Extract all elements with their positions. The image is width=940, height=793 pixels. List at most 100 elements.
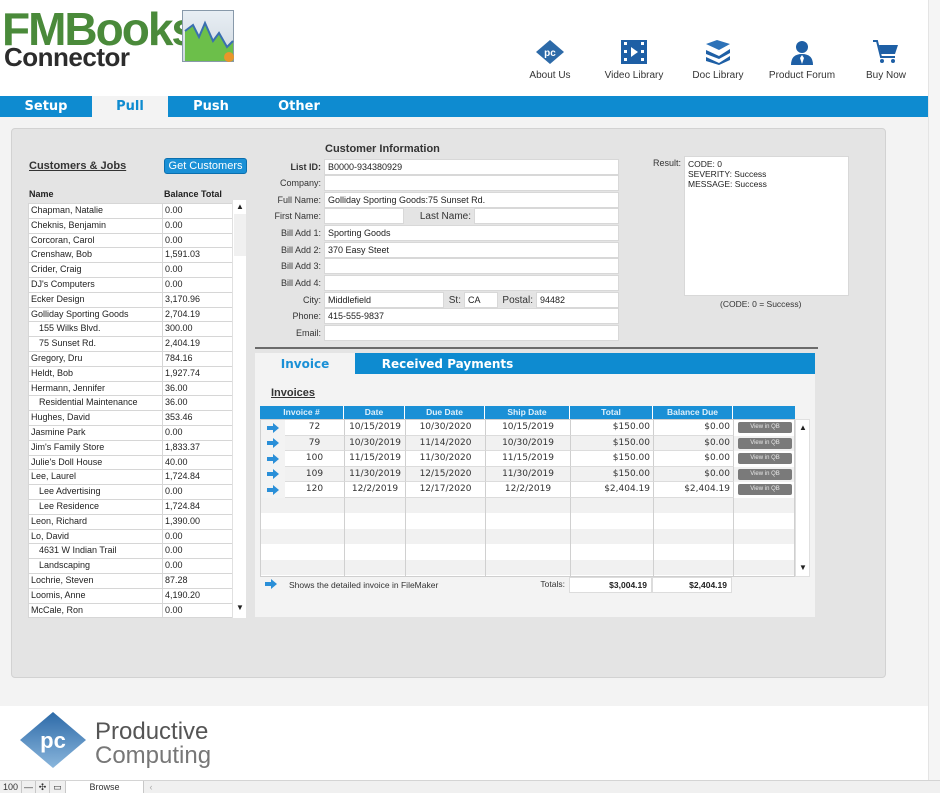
customer-name[interactable]: Residential Maintenance (28, 396, 163, 412)
customer-name[interactable]: Crenshaw, Bob (28, 248, 163, 264)
view-in-qb-button[interactable]: View in QB (738, 422, 792, 433)
customer-name[interactable]: McCale, Ron (28, 603, 163, 619)
customer-row[interactable]: Cheknis, Benjamin 0.00 (28, 218, 246, 234)
open-invoice-arrow-icon[interactable] (261, 482, 285, 498)
customer-row[interactable]: 155 Wilks Blvd. 300.00 (28, 322, 246, 338)
invoice-row[interactable]: 79 10/30/2019 11/14/2020 10/30/2019 $150.00 $… (261, 435, 796, 451)
customer-name[interactable]: Jasmine Park (28, 425, 163, 441)
customer-row[interactable]: Lee, Laurel 1,724.84 (28, 470, 246, 486)
nav-product-forum[interactable]: Product Forum (760, 38, 844, 96)
phone-field[interactable]: 415-555-9837 (324, 308, 619, 324)
customer-name[interactable]: Jim's Family Store (28, 440, 163, 456)
tab-push[interactable]: Push (168, 96, 254, 117)
customer-name[interactable]: Lee Advertising (28, 485, 163, 500)
nav-doc-library[interactable]: Doc Library (676, 38, 760, 96)
get-customers-button[interactable]: Get Customers (164, 158, 247, 174)
invoice-scroll-up-arrow-icon[interactable]: ▲ (797, 423, 809, 432)
scroll-down-arrow-icon[interactable]: ▼ (234, 603, 246, 612)
customer-name[interactable]: Heldt, Bob (28, 366, 163, 382)
customer-row[interactable]: Julie's Doll House 40.00 (28, 455, 246, 471)
customer-name[interactable]: Chapman, Natalie (28, 204, 163, 219)
invoice-grid-scrollbar[interactable]: ▲ ▼ (795, 419, 810, 577)
open-invoice-arrow-icon[interactable] (261, 466, 285, 482)
customer-row[interactable]: 75 Sunset Rd. 2,404.19 (28, 337, 246, 352)
customer-row[interactable]: Hughes, David 353.46 (28, 411, 246, 426)
customer-row[interactable]: Lee Advertising 0.00 (28, 485, 246, 500)
customer-name[interactable]: 75 Sunset Rd. (28, 337, 163, 352)
customer-row[interactable]: Landscaping 0.00 (28, 559, 246, 574)
customer-name[interactable]: Hughes, David (28, 411, 163, 426)
nav-buy-now[interactable]: Buy Now (844, 38, 928, 96)
open-invoice-arrow-icon[interactable] (261, 451, 285, 467)
invoice-row[interactable]: 100 11/15/2019 11/30/2020 11/15/2019 $150.00… (261, 451, 796, 467)
customer-name[interactable]: Lochrie, Steven (28, 573, 163, 589)
customer-row[interactable]: 4631 W Indian Trail 0.00 (28, 544, 246, 560)
open-invoice-arrow-icon[interactable] (261, 435, 285, 451)
bill-add-2-field[interactable]: 370 Easy Steet (324, 242, 619, 258)
customer-row[interactable]: Crenshaw, Bob 1,591.03 (28, 248, 246, 264)
view-in-qb-button[interactable]: View in QB (738, 453, 792, 464)
customer-name[interactable]: Landscaping (28, 559, 163, 574)
customer-row[interactable]: Lo, David 0.00 (28, 529, 246, 545)
scroll-up-arrow-icon[interactable]: ▲ (234, 202, 246, 211)
tab-received-payments[interactable]: Received Payments (355, 353, 540, 374)
view-in-qb-button[interactable]: View in QB (738, 468, 792, 480)
scroll-left-icon[interactable]: ‹ (144, 781, 158, 793)
customer-name[interactable]: Corcoran, Carol (28, 233, 163, 249)
customer-name[interactable]: Lo, David (28, 529, 163, 545)
nav-video-library[interactable]: Video Library (592, 38, 676, 96)
zoom-out-icon[interactable]: — (22, 781, 36, 793)
invoice-row[interactable]: 109 11/30/2019 12/15/2020 11/30/2019 $150.00… (261, 466, 796, 482)
bill-add-3-field[interactable] (324, 258, 619, 274)
customer-name[interactable]: 155 Wilks Blvd. (28, 322, 163, 338)
customer-name[interactable]: 4631 W Indian Trail (28, 544, 163, 560)
layout-toggle-icon[interactable]: ▭ (50, 781, 66, 793)
tab-pull[interactable]: Pull (92, 96, 168, 117)
customer-row[interactable]: McCale, Ron 0.00 (28, 603, 246, 619)
zoom-level[interactable]: 100 (0, 781, 22, 793)
first-name-field[interactable] (324, 208, 404, 224)
customer-row[interactable]: Jasmine Park 0.00 (28, 425, 246, 441)
customer-row[interactable]: Loomis, Anne 4,190.20 (28, 588, 246, 604)
customer-row[interactable]: Leon, Richard 1,390.00 (28, 514, 246, 530)
customer-name[interactable]: Crider, Craig (28, 263, 163, 278)
bill-add-4-field[interactable] (324, 275, 619, 291)
customer-list-scrollbar[interactable]: ▲ ▼ (232, 200, 246, 618)
customer-name[interactable]: Julie's Doll House (28, 455, 163, 471)
customer-row[interactable]: Crider, Craig 0.00 (28, 263, 246, 278)
customer-name[interactable]: Cheknis, Benjamin (28, 218, 163, 234)
customer-row[interactable]: Corcoran, Carol 0.00 (28, 233, 246, 249)
email-field[interactable] (324, 325, 619, 341)
customer-name[interactable]: DJ's Computers (28, 277, 163, 293)
customer-row[interactable]: DJ's Computers 0.00 (28, 277, 246, 293)
mode-selector[interactable]: Browse (66, 781, 144, 793)
nav-about-us[interactable]: pc About Us (508, 38, 592, 96)
customer-row[interactable]: Jim's Family Store 1,833.37 (28, 440, 246, 456)
customer-row[interactable]: Lochrie, Steven 87.28 (28, 573, 246, 589)
customer-name[interactable]: Lee, Laurel (28, 470, 163, 486)
customer-name[interactable]: Gregory, Dru (28, 351, 163, 367)
customer-name[interactable]: Loomis, Anne (28, 588, 163, 604)
window-scrollbar[interactable] (928, 0, 940, 780)
customer-row[interactable]: Chapman, Natalie 0.00 (28, 204, 246, 219)
customer-row[interactable]: Hermann, Jennifer 36.00 (28, 381, 246, 397)
customer-name[interactable]: Hermann, Jennifer (28, 381, 163, 397)
customer-name[interactable]: Ecker Design (28, 292, 163, 308)
invoice-row[interactable]: 72 10/15/2019 10/30/2020 10/15/2019 $150.00 $… (261, 420, 796, 436)
open-invoice-arrow-icon[interactable] (261, 420, 285, 436)
customer-name[interactable]: Lee Residence (28, 499, 163, 515)
full-name-field[interactable]: Golliday Sporting Goods:75 Sunset Rd. (324, 192, 619, 208)
customer-name[interactable]: Leon, Richard (28, 514, 163, 530)
view-in-qb-button[interactable]: View in QB (738, 437, 792, 449)
tab-other[interactable]: Other (254, 96, 344, 117)
customer-row[interactable]: Heldt, Bob 1,927.74 (28, 366, 246, 382)
customer-row[interactable]: Golliday Sporting Goods 2,704.19 (28, 307, 246, 323)
customer-row[interactable]: Ecker Design 3,170.96 (28, 292, 246, 308)
customer-row[interactable]: Lee Residence 1,724.84 (28, 499, 246, 515)
list-id-field[interactable]: B0000-934380929 (324, 159, 619, 175)
tab-setup[interactable]: Setup (0, 96, 92, 117)
company-field[interactable] (324, 175, 619, 191)
customer-name[interactable]: Golliday Sporting Goods (28, 307, 163, 323)
postal-field[interactable]: 94482 (536, 292, 619, 308)
customer-row[interactable]: Gregory, Dru 784.16 (28, 351, 246, 367)
